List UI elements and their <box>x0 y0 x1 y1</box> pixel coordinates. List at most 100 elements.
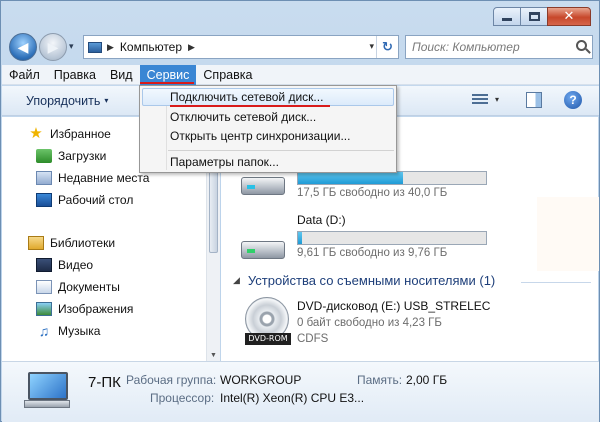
nav-item-label: Музыка <box>58 324 101 338</box>
view-options-icon[interactable] <box>472 94 488 106</box>
breadcrumb-computer[interactable]: Компьютер <box>120 40 182 54</box>
nav-item-label: Документы <box>58 280 120 294</box>
maximize-icon <box>528 12 540 21</box>
dvd-drive-label[interactable]: DVD-дисковод (E:) USB_STRELEC <box>297 299 490 313</box>
nav-item-label: Загрузки <box>58 149 107 163</box>
forward-arrow-icon: ▶ <box>47 38 59 55</box>
search-input[interactable] <box>412 40 572 54</box>
desktop-icon <box>36 193 52 207</box>
minimize-button[interactable] <box>493 7 521 26</box>
close-icon: ✕ <box>563 9 575 24</box>
annotation-underline-menu <box>140 82 194 84</box>
organize-button[interactable]: Упорядочить ▾ <box>26 94 108 108</box>
chevron-down-icon: ▾ <box>104 96 109 105</box>
libraries-icon <box>28 236 44 250</box>
collapse-triangle-icon: ◢ <box>233 275 240 285</box>
star-icon: ★ <box>29 125 43 142</box>
drive-c-usage-fill <box>298 172 404 184</box>
menu-separator <box>168 150 394 151</box>
minimize-icon <box>502 18 512 21</box>
history-dropdown-icon[interactable]: ▾ <box>69 41 74 52</box>
nav-item-recent-places[interactable]: Недавние места <box>36 168 149 188</box>
dvd-free-space: 0 байт свободно из 4,23 ГБ <box>297 317 442 329</box>
preview-pane-icon[interactable] <box>526 92 542 108</box>
group-title: Устройства со съемными носителями (1) <box>247 273 496 288</box>
search-icon[interactable] <box>576 40 587 51</box>
drive-d-usage-fill <box>298 232 302 244</box>
breadcrumb-separator-icon[interactable]: ▶ <box>107 42 114 53</box>
local-disk-d-icon[interactable] <box>241 235 285 261</box>
drive-d-usage-bar <box>297 231 487 245</box>
menu-edit[interactable]: Правка <box>47 65 103 85</box>
workgroup-label: Рабочая группа: <box>126 373 217 387</box>
music-library-icon: ♫ <box>38 323 50 339</box>
help-icon[interactable]: ? <box>564 91 582 109</box>
organize-label: Упорядочить <box>26 94 101 108</box>
nav-item-label: Рабочий стол <box>58 193 134 207</box>
downloads-folder-icon <box>36 149 52 163</box>
nav-item-documents[interactable]: Документы <box>36 277 120 297</box>
refresh-button[interactable]: ↻ <box>376 36 398 58</box>
tools-menu-dropdown: Подключить сетевой диск... Отключить сет… <box>139 85 397 173</box>
refresh-icon: ↻ <box>382 39 393 54</box>
menu-view[interactable]: Вид <box>103 65 140 85</box>
breadcrumb-separator-icon[interactable]: ▶ <box>188 42 195 53</box>
computer-name: 7-ПК <box>88 374 121 391</box>
menu-item-open-sync-center[interactable]: Открыть центр синхронизации... <box>170 129 350 143</box>
search-box[interactable] <box>405 35 593 59</box>
close-button[interactable]: ✕ <box>547 7 591 26</box>
explorer-window: ✕ ◀ ▶ ▾ ▶ Компьютер ▶ ▾ ↻ Файл Правка Ви… <box>0 0 600 422</box>
workgroup-value: WORKGROUP <box>220 373 302 387</box>
address-dropdown-icon[interactable]: ▾ <box>369 41 374 52</box>
navigation-row: ◀ ▶ ▾ ▶ Компьютер ▶ ▾ ↻ <box>7 31 595 63</box>
dvd-file-system: CDFS <box>297 333 329 345</box>
computer-icon <box>24 372 70 408</box>
pictures-library-icon <box>36 302 52 316</box>
nav-item-video[interactable]: Видео <box>36 255 93 275</box>
menu-item-disconnect-network-drive[interactable]: Отключить сетевой диск... <box>170 110 316 124</box>
nav-item-music[interactable]: ♫ Музыка <box>36 321 101 341</box>
nav-item-label: Изображения <box>58 302 134 316</box>
address-bar[interactable]: ▶ Компьютер ▶ ▾ ↻ <box>83 35 399 59</box>
menu-help[interactable]: Справка <box>196 65 259 85</box>
menu-file[interactable]: Файл <box>2 65 47 85</box>
drive-c-free-space: 17,5 ГБ свободно из 40,0 ГБ <box>297 187 448 199</box>
nav-item-label: Видео <box>58 258 94 272</box>
documents-library-icon <box>36 280 52 294</box>
memory-label: Память: <box>357 373 403 387</box>
nav-item-favorites[interactable]: ★ Избранное <box>28 124 111 144</box>
menu-item-folder-options[interactable]: Параметры папок... <box>170 155 279 169</box>
drive-d-label[interactable]: Data (D:) <box>297 213 346 227</box>
scroll-down-icon[interactable]: ▼ <box>210 352 217 359</box>
back-arrow-icon: ◀ <box>17 38 29 55</box>
menu-item-map-network-drive[interactable]: Подключить сетевой диск... <box>170 90 323 104</box>
annotation-underline-item <box>170 105 330 107</box>
processor-value: Intel(R) Xeon(R) CPU E3... <box>220 391 365 405</box>
maximize-button[interactable] <box>520 7 548 26</box>
back-button[interactable]: ◀ <box>9 33 37 61</box>
nav-item-desktop[interactable]: Рабочий стол <box>36 190 133 210</box>
processor-label: Процессор: <box>150 391 215 405</box>
nav-item-label: Недавние места <box>58 171 150 185</box>
nav-item-libraries[interactable]: Библиотеки <box>28 233 115 253</box>
preview-pane-area <box>537 197 599 271</box>
video-library-icon <box>36 258 52 272</box>
details-pane: 7-ПК Рабочая группа: WORKGROUP Память: 2… <box>2 361 599 422</box>
view-dropdown-icon[interactable]: ▾ <box>495 95 499 104</box>
menu-bar: Файл Правка Вид Сервис Справка <box>2 65 599 85</box>
computer-icon <box>88 41 102 53</box>
recent-places-icon <box>36 171 52 185</box>
local-disk-c-icon[interactable] <box>241 171 285 197</box>
forward-button[interactable]: ▶ <box>39 33 67 61</box>
removable-devices-group-header[interactable]: ◢ Устройства со съемными носителями (1) <box>233 273 495 288</box>
caption-buttons: ✕ <box>493 7 591 26</box>
drive-c-usage-bar <box>297 171 487 185</box>
memory-value: 2,00 ГБ <box>406 373 448 387</box>
nav-item-label: Избранное <box>50 127 111 141</box>
nav-item-images[interactable]: Изображения <box>36 299 133 319</box>
nav-item-downloads[interactable]: Загрузки <box>36 146 106 166</box>
group-divider <box>521 282 591 283</box>
drive-d-free-space: 9,61 ГБ свободно из 9,76 ГБ <box>297 247 448 259</box>
nav-item-label: Библиотеки <box>50 236 116 250</box>
dvd-rom-tag: DVD-ROM <box>245 333 291 345</box>
